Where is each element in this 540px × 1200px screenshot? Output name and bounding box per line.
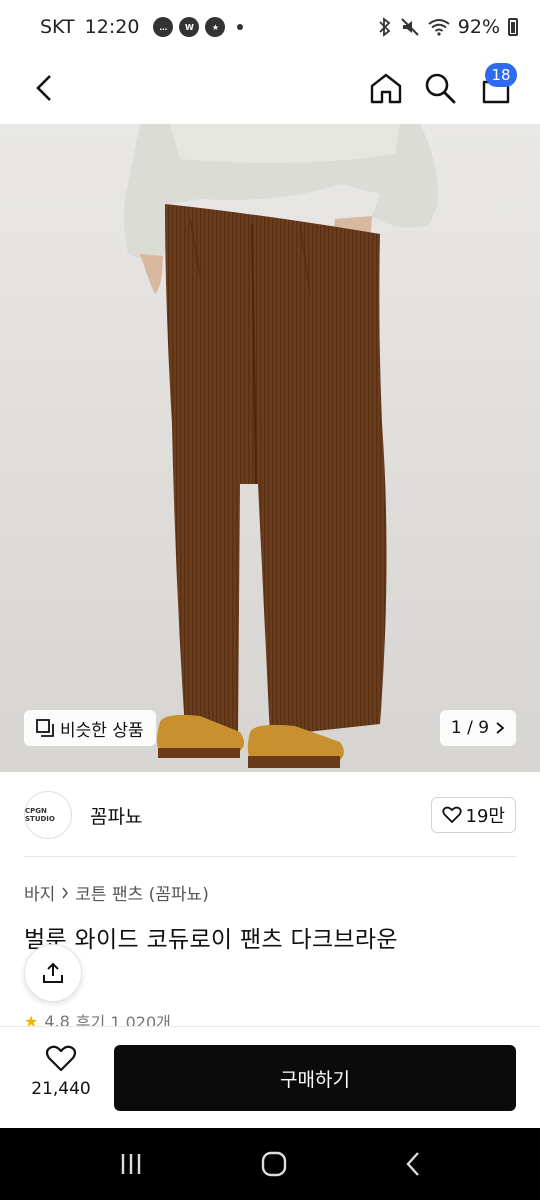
bluetooth-icon [379,17,391,37]
brand-like-button[interactable]: 19만 [430,797,516,833]
breadcrumb-category[interactable]: 바지 [24,880,55,905]
share-button[interactable] [24,944,82,1002]
wishlist-button[interactable]: 21,440 [24,1045,98,1099]
back-button[interactable] [22,66,66,110]
brand-name[interactable]: 꼼파뇨 [90,802,142,829]
image-pager-button[interactable]: 1 / 9 [440,710,516,746]
heart-icon [441,806,462,824]
divider [24,856,516,857]
back-nav-icon[interactable] [404,1151,422,1177]
search-icon [425,73,456,104]
dot-icon [237,24,244,30]
chat-icon: … [153,17,174,37]
home-button[interactable] [364,66,408,110]
product-photo [124,124,439,768]
similar-products-button[interactable]: 비슷한 상품 [24,710,156,746]
system-nav-bar [0,1128,540,1200]
search-button[interactable] [418,66,462,110]
similar-products-label: 비슷한 상품 [60,720,144,741]
product-title: 벌룬 와이드 코듀로이 팬츠 다크브라운 [24,927,398,953]
image-pager-label: 1 / 9 [450,718,490,738]
clock: 12:20 [84,16,140,38]
battery-icon [508,18,518,36]
status-bar: SKT 12:20 … W ★ 92% [0,0,540,54]
battery-percent: 92% [457,16,500,38]
home-nav-icon[interactable] [261,1151,287,1177]
starbucks-icon: ★ [205,17,226,37]
recent-apps-icon[interactable] [118,1151,144,1177]
mute-icon [401,18,419,36]
purchase-bar: 21,440 구매하기 [0,1026,540,1128]
brand-logo-text: CPGN STUDIO [25,807,55,823]
share-icon [43,962,63,983]
brand-logo[interactable]: CPGN STUDIO [24,791,72,839]
chevron-left-icon [36,75,51,101]
chevron-right-icon [62,887,69,898]
heart-icon [45,1045,77,1072]
product-image-gallery[interactable]: 비슷한 상품 1 / 9 [0,124,540,772]
brand-row: CPGN STUDIO 꼼파뇨 19만 [0,772,540,858]
chevron-right-icon [496,722,505,734]
cart-count-badge: 18 [485,63,517,87]
breadcrumb-subcategory[interactable]: 코튼 팬츠 (꼼파뇨) [75,880,209,905]
similar-items-icon [36,719,54,737]
brand-like-count: 19만 [465,806,505,827]
home-icon [370,73,402,104]
carrier-label: SKT [40,16,75,38]
app-header [0,54,540,124]
breadcrumb: 바지 코튼 팬츠 (꼼파뇨) [24,880,209,905]
webtoon-icon: W [179,17,200,37]
wifi-icon [428,19,450,36]
buy-button[interactable]: 구매하기 [114,1045,516,1111]
wishlist-count: 21,440 [31,1079,91,1099]
